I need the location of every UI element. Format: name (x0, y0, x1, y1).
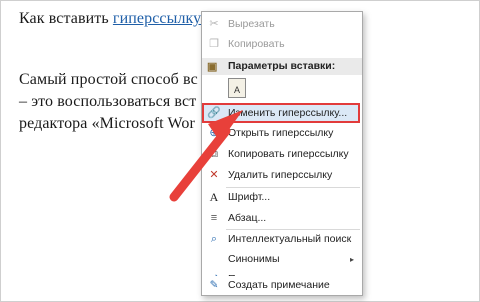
scissors-icon: ✂ (209, 18, 219, 30)
menu-item-font[interactable]: A Шрифт... (202, 188, 362, 207)
menu-item-copy[interactable]: ❐ Копировать (202, 35, 362, 54)
menu-item-open-hyperlink[interactable]: ⊕ Открыть гиперссылку (202, 124, 362, 143)
menu-item-remove-hyperlink-label: Удалить гиперссылку (228, 169, 333, 181)
paste-options-label: Параметры вставки: (228, 60, 336, 72)
menu-item-cut-label: Вырезать (228, 18, 275, 30)
menu-item-synonyms[interactable]: Синонимы ▸ (202, 250, 362, 269)
menu-item-copy-label: Копировать (228, 38, 285, 50)
link-remove-icon: ✕ (209, 169, 219, 181)
menu-item-paragraph[interactable]: ≡ Абзац... (202, 209, 362, 228)
menu-item-open-hyperlink-label: Открыть гиперссылку (228, 127, 334, 139)
paste-keep-text-only-button[interactable]: A (228, 78, 246, 98)
heading-hyperlink[interactable]: гиперссылку (113, 10, 201, 27)
menu-item-edit-hyperlink[interactable]: 🔗 Изменить гиперссылку... (202, 104, 362, 123)
paste-options-header: ▣ Параметры вставки: (202, 58, 362, 75)
search-icon: ⌕ (210, 233, 218, 245)
paragraph-icon: ≡ (210, 212, 218, 224)
menu-item-font-label: Шрифт... (228, 191, 271, 203)
paragraph-line-3: редактора «Microsoft Wor (19, 115, 195, 132)
chevron-right-icon: ▸ (349, 255, 354, 264)
menu-item-remove-hyperlink[interactable]: ✕ Удалить гиперссылку (202, 166, 362, 185)
menu-item-new-comment-label: Создать примечание (228, 279, 330, 291)
heading-text: Как вставить (19, 10, 113, 27)
font-icon: A (209, 190, 219, 204)
clipboard-icon: ▣ (207, 61, 218, 73)
comment-icon: ✎ (209, 279, 219, 291)
document-heading: Как вставить гиперссылку (19, 10, 201, 28)
menu-item-edit-hyperlink-label: Изменить гиперссылку... (228, 107, 348, 119)
menu-item-paragraph-label: Абзац... (228, 212, 267, 224)
link-copy-icon: ⧉ (210, 148, 218, 160)
menu-item-synonyms-label: Синонимы (228, 253, 280, 265)
menu-item-smart-lookup[interactable]: ⌕ Интеллектуальный поиск (202, 230, 362, 249)
menu-item-copy-hyperlink[interactable]: ⧉ Копировать гиперссылку (202, 145, 362, 164)
context-menu: ✂ Вырезать ❐ Копировать ▣ Параметры вста… (201, 11, 363, 296)
link-edit-icon: 🔗 (207, 107, 221, 119)
copy-icon: ❐ (209, 38, 219, 50)
menu-item-smart-lookup-label: Интеллектуальный поиск (228, 233, 352, 245)
menu-item-copy-hyperlink-label: Копировать гиперссылку (228, 148, 349, 160)
menu-item-cut[interactable]: ✂ Вырезать (202, 15, 362, 34)
link-open-icon: ⊕ (209, 127, 219, 139)
menu-item-new-comment[interactable]: ✎ Создать примечание (202, 276, 362, 294)
